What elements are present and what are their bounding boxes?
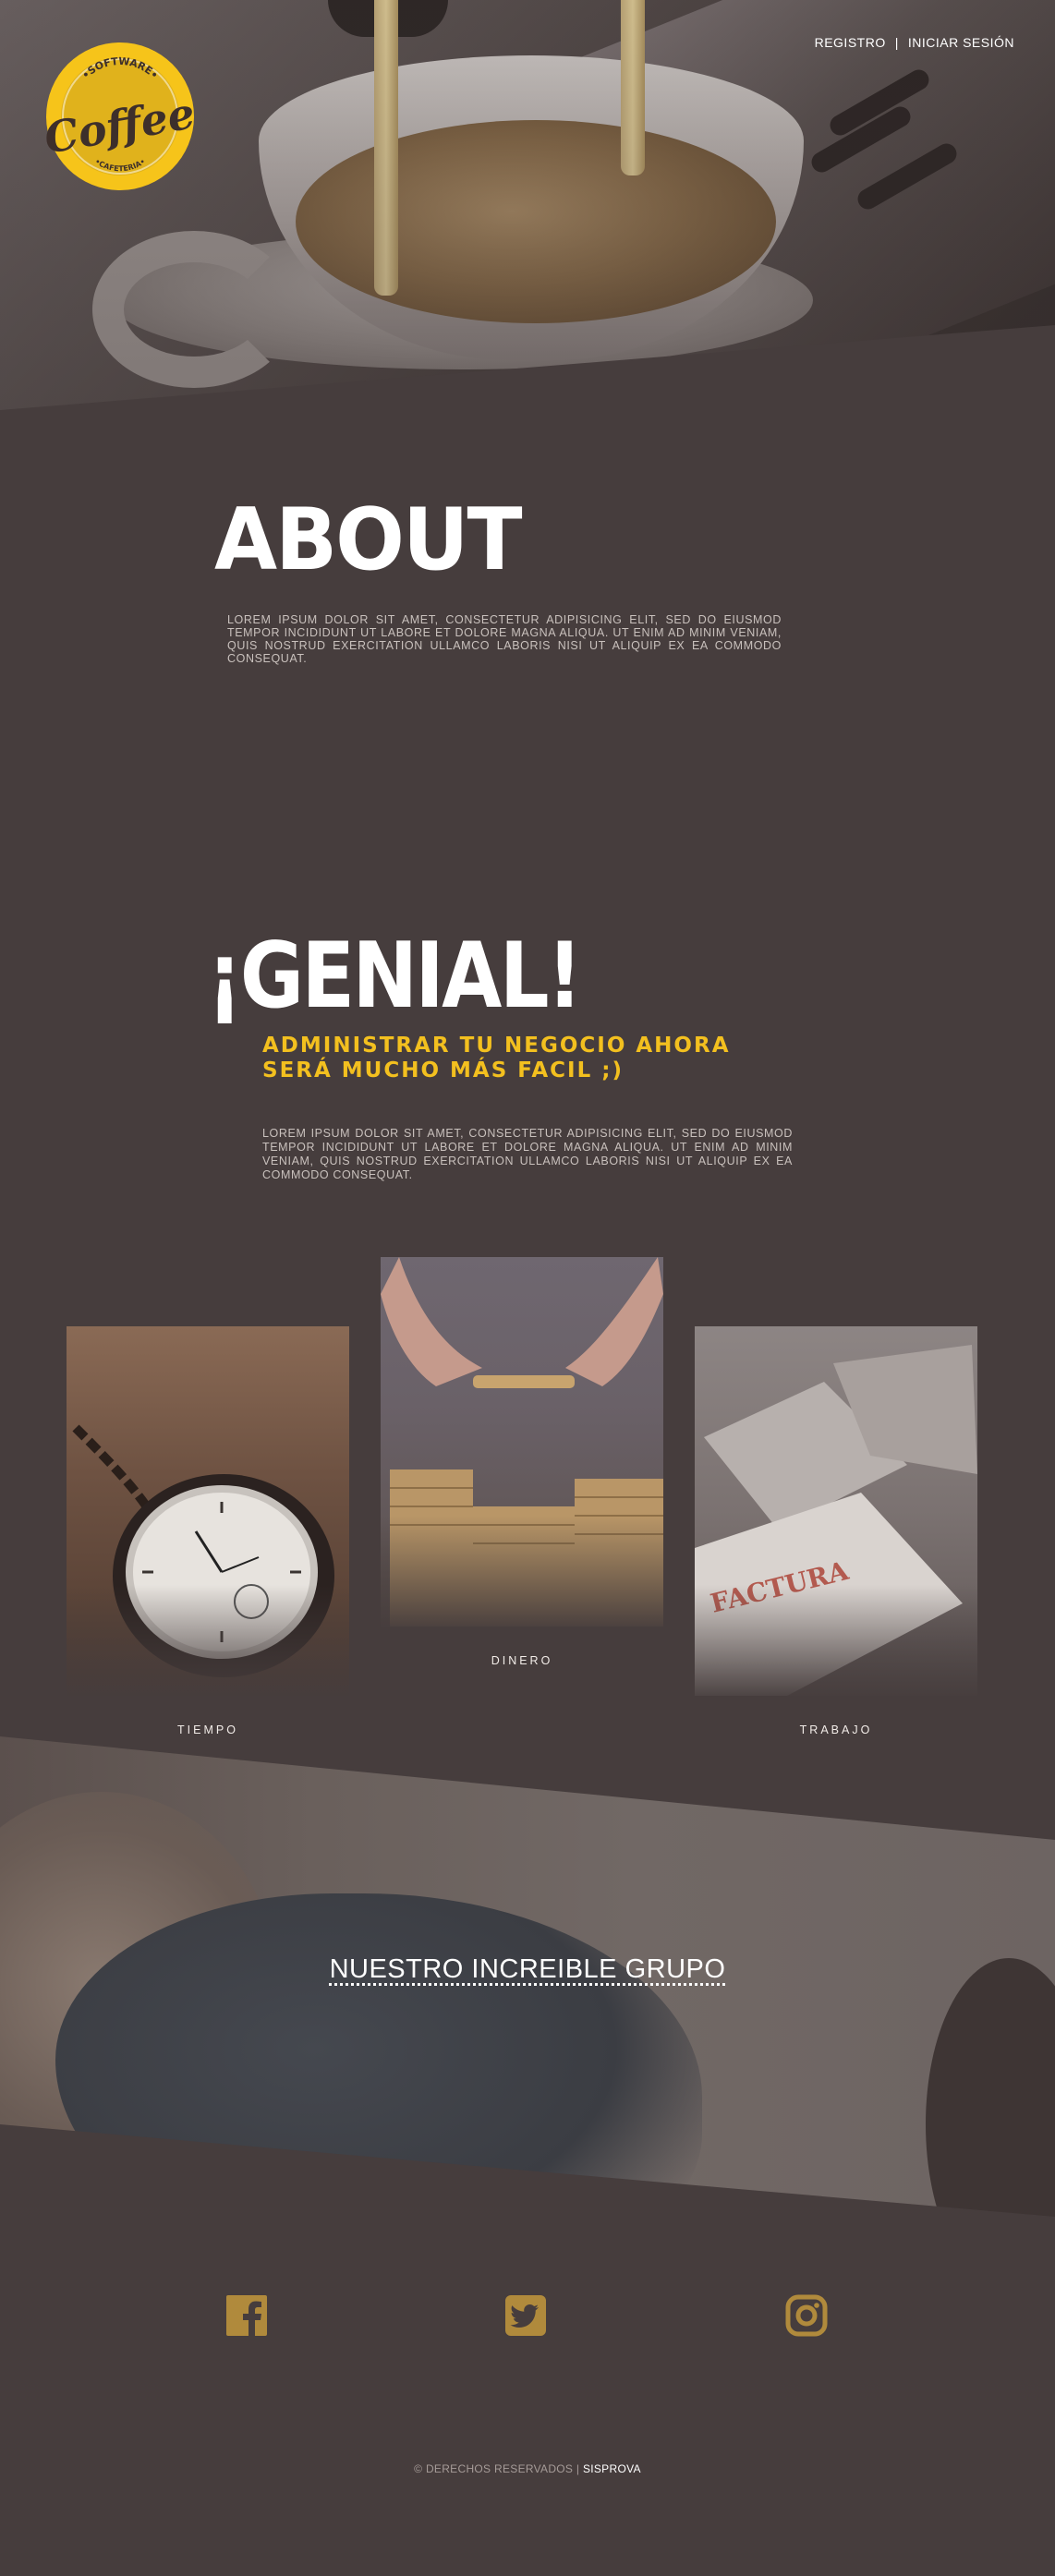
about-title: ABOUT <box>214 490 522 590</box>
card-caption-dinero: DINERO <box>491 1654 553 1667</box>
twitter-icon[interactable] <box>503 2293 548 2338</box>
footer: © DERECHOS RESERVADOS | SISPROVA <box>0 2462 1055 2475</box>
login-link[interactable]: INICIAR SESIÓN <box>908 35 1014 50</box>
coffee-logo[interactable]: •SOFTWARE• Coffee •CAFETERIA• <box>37 37 203 199</box>
footer-copyright: © DERECHOS RESERVADOS | <box>414 2462 583 2475</box>
team-top-diagonal <box>0 1736 1055 1840</box>
genial-title: ¡GENIAL! <box>207 924 582 1029</box>
team-link[interactable]: NUESTRO INCREIBLE GRUPO <box>330 1954 726 1984</box>
nav-separator: | <box>894 35 899 50</box>
coins-image <box>381 1257 663 1627</box>
instagram-icon[interactable] <box>784 2293 829 2338</box>
card-trabajo[interactable]: FACTURA TRABAJO <box>695 1326 977 1736</box>
facebook-icon[interactable] <box>224 2293 269 2338</box>
genial-body: LOREM IPSUM DOLOR SIT AMET, CONSECTETUR … <box>262 1127 793 1181</box>
card-tiempo[interactable]: TIEMPO <box>67 1326 349 1736</box>
factura-papers-image: FACTURA <box>695 1326 977 1696</box>
card-caption-trabajo: TRABAJO <box>799 1723 873 1736</box>
footer-brand[interactable]: SISPROVA <box>583 2462 641 2475</box>
about-body: LOREM IPSUM DOLOR SIT AMET, CONSECTETUR … <box>227 613 782 665</box>
team-bottom-diagonal <box>0 2124 1055 2254</box>
genial-subtitle: ADMINISTRAR TU NEGOCIO AHORA SERÁ MUCHO … <box>262 1034 731 1083</box>
top-nav: REGISTRO | INICIAR SESIÓN <box>815 35 1014 50</box>
pocket-watch-image <box>67 1326 349 1696</box>
team-title: NUESTRO INCREIBLE GRUPO <box>0 1954 1055 1985</box>
register-link[interactable]: REGISTRO <box>815 35 886 50</box>
card-caption-tiempo: TIEMPO <box>177 1723 238 1736</box>
hero-diagonal-edge <box>0 325 1055 462</box>
card-dinero[interactable]: DINERO <box>381 1257 663 1667</box>
